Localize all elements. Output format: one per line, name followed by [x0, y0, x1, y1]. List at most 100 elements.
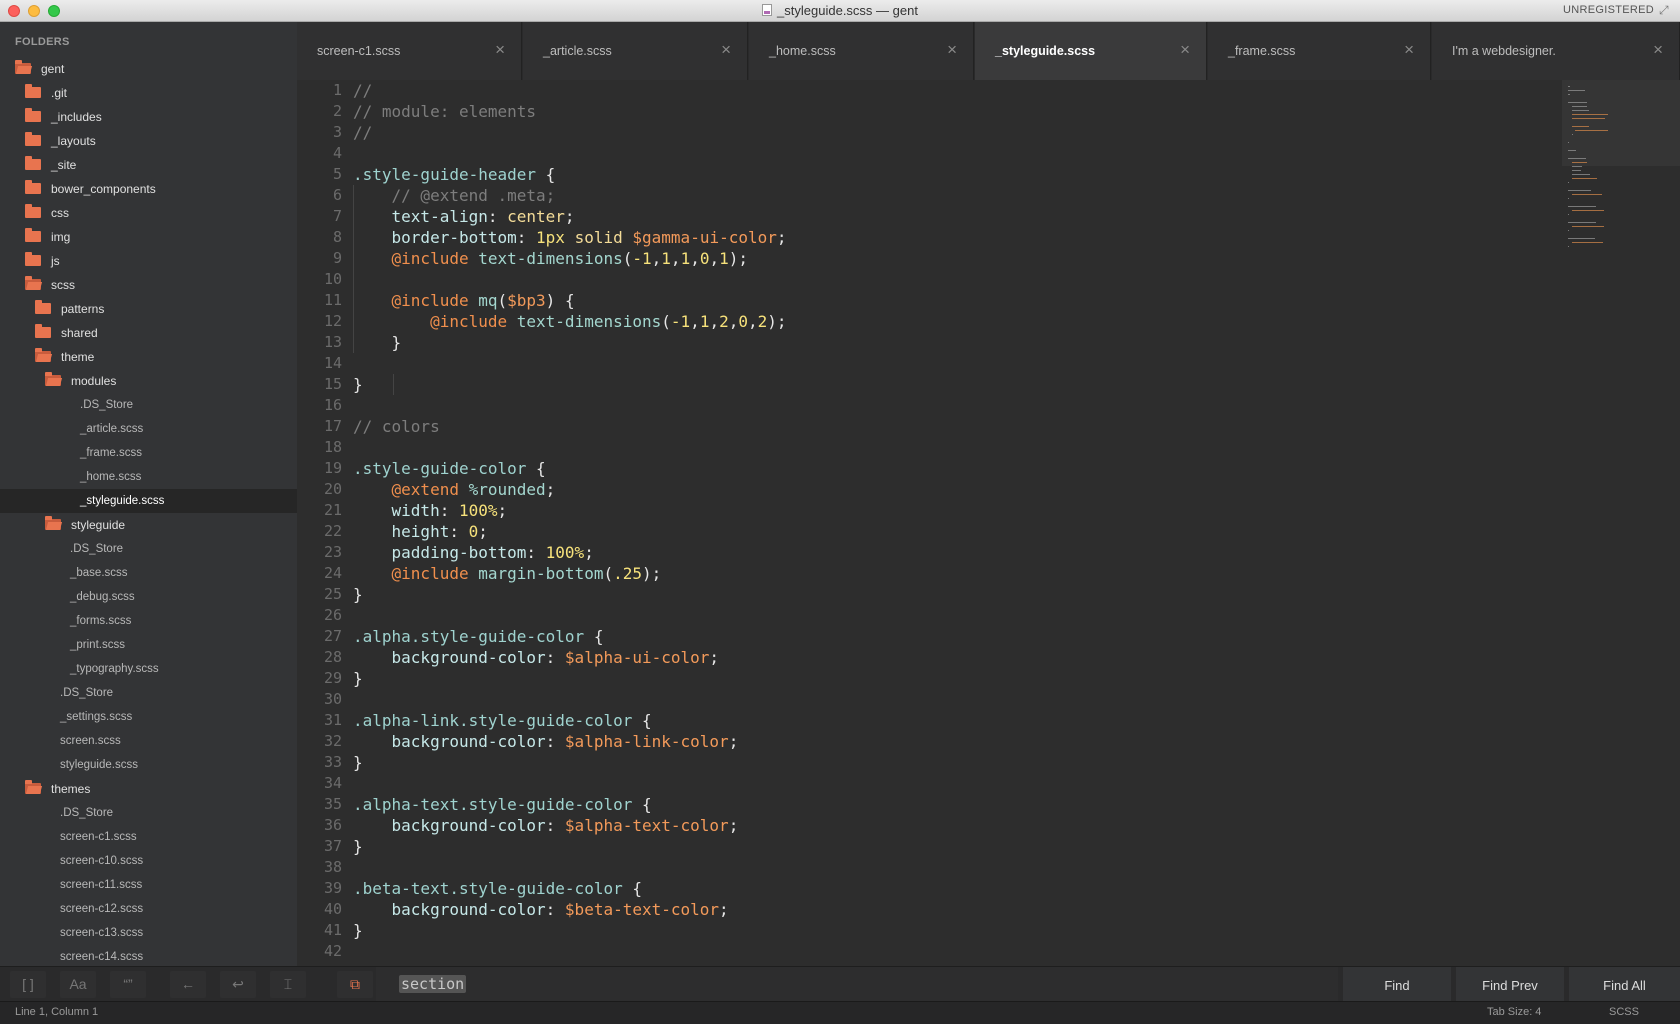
- folder-icon: [25, 204, 41, 218]
- sidebar-folder[interactable]: modules: [0, 369, 297, 393]
- sidebar-folder[interactable]: bower_components: [0, 177, 297, 201]
- sidebar-file[interactable]: _forms.scss: [0, 609, 297, 633]
- sidebar-item-label: _print.scss: [70, 639, 125, 651]
- sidebar-file[interactable]: screen.scss: [0, 729, 297, 753]
- find-all-button[interactable]: Find All: [1569, 967, 1680, 1001]
- sidebar-file[interactable]: _print.scss: [0, 633, 297, 657]
- close-icon[interactable]: ×: [947, 40, 957, 60]
- highlight-matches-icon[interactable]: ⧉: [337, 971, 373, 998]
- sidebar-folder[interactable]: _site: [0, 153, 297, 177]
- sidebar-folder[interactable]: css: [0, 201, 297, 225]
- regex-icon[interactable]: [ ]: [10, 971, 46, 998]
- sidebar-item-label: patterns: [61, 302, 105, 316]
- close-icon[interactable]: ×: [1653, 40, 1663, 60]
- sidebar-file[interactable]: screen-c10.scss: [0, 849, 297, 873]
- editor-tab[interactable]: _styleguide.scss ×: [975, 22, 1207, 80]
- sidebar-folder[interactable]: js: [0, 249, 297, 273]
- find-prev-button[interactable]: Find Prev: [1456, 967, 1564, 1001]
- sidebar-file[interactable]: screen-c13.scss: [0, 921, 297, 945]
- code-token: $alpha-link-color: [564, 732, 729, 751]
- sidebar-file[interactable]: _styleguide.scss: [0, 489, 297, 513]
- code-token: .alpha.style-guide-color: [353, 627, 585, 646]
- sidebar-folder[interactable]: scss: [0, 273, 297, 297]
- editor-tab[interactable]: _frame.scss ×: [1208, 22, 1431, 80]
- sidebar-file[interactable]: _typography.scss: [0, 657, 297, 681]
- sidebar-folder[interactable]: patterns: [0, 297, 297, 321]
- code-line: @include text-dimensions(-1,1,2,0,2);: [353, 311, 1553, 332]
- code-line: }: [353, 836, 1553, 857]
- sidebar-folder[interactable]: _includes: [0, 105, 297, 129]
- code-token: );: [642, 564, 662, 583]
- sidebar-file[interactable]: screen-c1.scss: [0, 825, 297, 849]
- code-editor[interactable]: 1 2 3 4 5 6 7 8 9 10 11 12 13 14 15 16 17 18 19 20 21 22 23 24 2…: [297, 80, 1680, 966]
- fullscreen-icon[interactable]: ⤢: [1659, 4, 1672, 17]
- sidebar-folder[interactable]: gent: [0, 57, 297, 81]
- sidebar-folder[interactable]: theme: [0, 345, 297, 369]
- line-number: 18: [323, 438, 342, 456]
- sidebar-folder[interactable]: _layouts: [0, 129, 297, 153]
- sidebar-file[interactable]: styleguide.scss: [0, 753, 297, 777]
- line-number: 40: [323, 900, 342, 918]
- sidebar-file[interactable]: _debug.scss: [0, 585, 297, 609]
- sidebar-file[interactable]: screen-c11.scss: [0, 873, 297, 897]
- case-sensitive-icon[interactable]: Aa: [60, 971, 96, 998]
- sidebar-item-label: .DS_Store: [60, 687, 114, 699]
- sidebar-file[interactable]: screen-c12.scss: [0, 897, 297, 921]
- editor-tab[interactable]: _home.scss ×: [749, 22, 974, 80]
- sidebar-file[interactable]: _home.scss: [0, 465, 297, 489]
- sidebar-folder[interactable]: img: [0, 225, 297, 249]
- folder-tree: gent .git _includes _layouts _site bower_comp…: [0, 57, 297, 966]
- sidebar-item-label: _forms.scss: [70, 615, 132, 627]
- in-selection-icon[interactable]: ⌶: [270, 971, 306, 998]
- code-token: 2: [757, 312, 768, 331]
- minimap[interactable]: [1562, 80, 1680, 350]
- folder-open-icon: [25, 780, 41, 794]
- code-token: {: [622, 879, 642, 898]
- folder-icon: [25, 84, 41, 98]
- reverse-icon[interactable]: ←: [170, 971, 206, 998]
- code-token: background-color: [391, 648, 546, 667]
- code-token: ;: [776, 228, 787, 247]
- tab-size[interactable]: Tab Size: 4: [1487, 1006, 1541, 1018]
- code-token: 1: [699, 312, 710, 331]
- sidebar-file[interactable]: .DS_Store: [0, 537, 297, 561]
- code-lines[interactable]: // // module: elements // .style-guide-head…: [353, 80, 1553, 962]
- sidebar-folder[interactable]: styleguide: [0, 513, 297, 537]
- sidebar-file[interactable]: .DS_Store: [0, 681, 297, 705]
- sidebar-item-label: _layouts: [51, 134, 96, 148]
- sidebar-file[interactable]: .DS_Store: [0, 801, 297, 825]
- close-icon[interactable]: ×: [495, 40, 505, 60]
- code-line: .style-guide-color {: [353, 458, 1553, 479]
- code-token: .alpha-link.style-guide-color: [353, 711, 633, 730]
- sidebar-folder[interactable]: themes: [0, 777, 297, 801]
- minimap-viewport[interactable]: [1562, 80, 1680, 166]
- sidebar-file[interactable]: _settings.scss: [0, 705, 297, 729]
- sidebar-file[interactable]: .DS_Store: [0, 393, 297, 417]
- close-icon[interactable]: ×: [1180, 40, 1190, 60]
- sidebar-folder[interactable]: .git: [0, 81, 297, 105]
- close-icon[interactable]: ×: [721, 40, 731, 60]
- editor-tab[interactable]: I'm a webdesigner. ×: [1432, 22, 1680, 80]
- code-token: }: [353, 585, 363, 604]
- sidebar-file[interactable]: _frame.scss: [0, 441, 297, 465]
- sidebar-file[interactable]: _base.scss: [0, 561, 297, 585]
- syntax-mode[interactable]: SCSS: [1609, 1006, 1639, 1018]
- code-token: :: [545, 900, 565, 919]
- sidebar-file[interactable]: screen-c14.scss: [0, 945, 297, 966]
- find-input[interactable]: section: [376, 967, 1338, 1001]
- whole-word-icon[interactable]: “”: [110, 971, 146, 998]
- wrap-icon[interactable]: ↩: [220, 971, 256, 998]
- code-token: padding-bottom: [391, 543, 527, 562]
- code-token: $gamma-ui-color: [632, 228, 777, 247]
- sidebar-file[interactable]: _article.scss: [0, 417, 297, 441]
- sidebar-folder[interactable]: shared: [0, 321, 297, 345]
- cursor-position: Line 1, Column 1: [15, 1006, 99, 1018]
- editor-tab[interactable]: screen-c1.scss ×: [297, 22, 522, 80]
- code-token: ,: [709, 249, 720, 268]
- code-token: 1: [661, 249, 671, 268]
- find-button[interactable]: Find: [1343, 967, 1451, 1001]
- close-icon[interactable]: ×: [1404, 40, 1414, 60]
- editor-tab[interactable]: _article.scss ×: [523, 22, 748, 80]
